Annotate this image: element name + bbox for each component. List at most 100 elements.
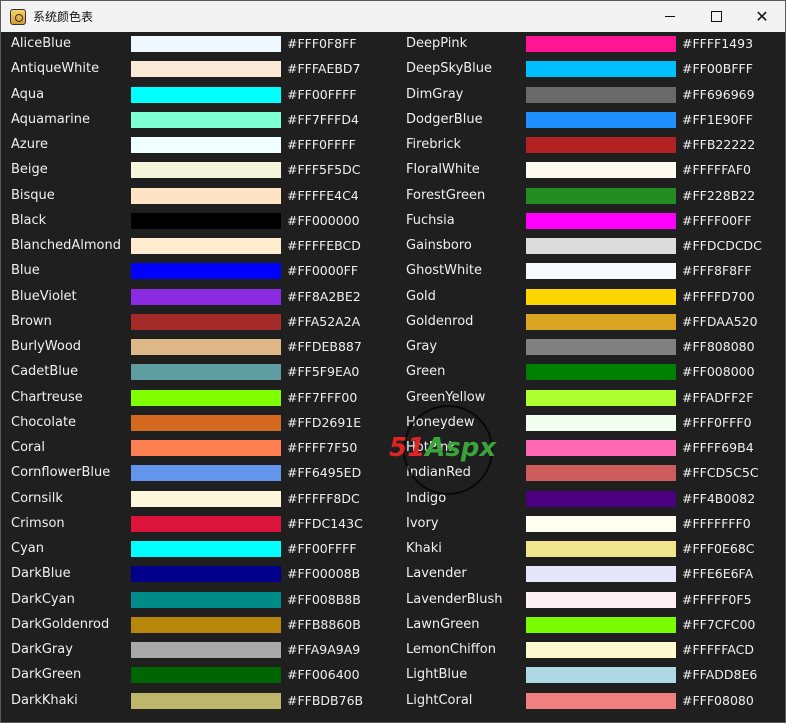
color-hex-value: #FFFF00FF xyxy=(682,212,752,228)
color-hex-value: #FFCD5C5C xyxy=(682,465,759,481)
color-swatch xyxy=(526,515,676,532)
color-swatch xyxy=(131,591,281,608)
color-hex-value: #FFFFEBCD xyxy=(287,238,361,253)
color-name: Brown xyxy=(11,313,52,329)
color-hex-value: #FFFFD700 xyxy=(682,288,755,304)
app-window: 系统颜色表 ✕ AliceBlue #FFF0F8FF AntiqueWhite #F… xyxy=(0,0,786,723)
color-row: BurlyWood #FFDEB887 xyxy=(1,335,391,360)
color-swatch xyxy=(526,490,676,507)
color-swatch xyxy=(526,591,676,608)
color-hex-value: #FF006400 xyxy=(287,667,360,683)
color-swatch xyxy=(131,440,281,456)
color-row: AliceBlue #FFF0F8FF xyxy=(1,32,391,57)
color-swatch xyxy=(131,465,281,482)
color-hex-value: #FFADD8E6 xyxy=(682,667,758,683)
color-swatch xyxy=(526,313,676,330)
color-table: AliceBlue #FFF0F8FF AntiqueWhite #FFFAEBD7 A… xyxy=(1,32,785,722)
title-bar[interactable]: 系统颜色表 ✕ xyxy=(1,1,785,32)
color-row: Cyan #FF00FFFF xyxy=(1,537,391,562)
color-swatch xyxy=(131,541,281,557)
color-swatch xyxy=(131,61,281,78)
color-hex-value: #FFF0FFF0 xyxy=(682,414,752,430)
color-row: DarkKhaki #FFBDB76B xyxy=(1,689,391,714)
color-name: Green xyxy=(406,364,446,380)
color-name: BurlyWood xyxy=(11,339,82,354)
color-name: Cornsilk xyxy=(11,490,63,506)
color-swatch xyxy=(526,414,676,431)
color-row: Fuchsia #FFFF00FF xyxy=(396,209,785,234)
color-swatch xyxy=(526,36,676,52)
color-hex-value: #FFF0FFFF xyxy=(287,137,356,152)
color-name: IndianRed xyxy=(406,465,471,481)
right-color-column: DeepPink #FFFF1493 DeepSkyBlue #FF00BFFF Dim… xyxy=(396,32,785,714)
color-row: Coral #FFFF7F50 xyxy=(1,436,391,461)
color-name: Azure xyxy=(11,137,49,152)
color-swatch xyxy=(131,36,281,52)
color-name: Cyan xyxy=(11,541,44,556)
color-row: LawnGreen #FF7CFC00 xyxy=(396,613,785,638)
color-name: Ivory xyxy=(406,515,439,531)
color-swatch xyxy=(131,667,281,684)
color-hex-value: #FFFFF8DC xyxy=(287,490,360,506)
color-swatch xyxy=(131,263,281,280)
color-row: Indigo #FF4B0082 xyxy=(396,487,785,512)
color-swatch xyxy=(131,86,281,103)
color-row: BlueViolet #FF8A2BE2 xyxy=(1,285,391,310)
color-name: Chartreuse xyxy=(11,389,83,405)
color-row: DeepPink #FFFF1493 xyxy=(396,32,785,57)
color-row: Azure #FFF0FFFF xyxy=(1,133,391,158)
color-hex-value: #FFF0F8FF xyxy=(287,36,357,51)
color-hex-value: #FFF0E68C xyxy=(682,541,755,556)
color-name: Gray xyxy=(406,339,438,354)
color-row: Beige #FFF5F5DC xyxy=(1,158,391,183)
color-swatch xyxy=(526,642,676,658)
color-swatch xyxy=(526,238,676,254)
color-hex-value: #FF808080 xyxy=(682,339,755,354)
color-name: Crimson xyxy=(11,515,65,531)
color-hex-value: #FF8A2BE2 xyxy=(287,288,361,304)
color-row: Firebrick #FFB22222 xyxy=(396,133,785,158)
color-row: Ivory #FFFFFFF0 xyxy=(396,512,785,537)
color-swatch xyxy=(526,137,676,153)
color-name: FloralWhite xyxy=(406,162,480,178)
color-name: BlueViolet xyxy=(11,288,77,304)
color-swatch xyxy=(131,111,281,128)
color-row: Bisque #FFFFE4C4 xyxy=(1,184,391,209)
color-row: LightCoral #FFF08080 xyxy=(396,689,785,714)
color-swatch xyxy=(526,212,676,229)
color-swatch xyxy=(526,692,676,709)
color-swatch xyxy=(131,566,281,583)
color-hex-value: #FFF08080 xyxy=(682,692,754,708)
color-swatch xyxy=(131,414,281,431)
color-hex-value: #FFB8860B xyxy=(287,616,361,632)
color-name: LightCoral xyxy=(406,692,473,708)
color-hex-value: #FF4B0082 xyxy=(682,490,756,506)
color-name: LightBlue xyxy=(406,667,468,683)
color-name: Beige xyxy=(11,162,48,178)
color-hex-value: #FFB22222 xyxy=(682,137,756,152)
color-name: Chocolate xyxy=(11,414,77,430)
color-swatch xyxy=(526,440,676,456)
color-hex-value: #FFDAA520 xyxy=(682,313,758,329)
color-swatch xyxy=(131,187,281,204)
color-name: Goldenrod xyxy=(406,313,474,329)
color-name: Firebrick xyxy=(406,137,462,152)
color-name: Aqua xyxy=(11,86,45,102)
maximize-button[interactable] xyxy=(693,1,739,32)
color-swatch xyxy=(526,263,676,280)
color-name: HotPink xyxy=(406,440,456,455)
color-name: CadetBlue xyxy=(11,364,79,380)
close-button[interactable]: ✕ xyxy=(739,1,785,32)
color-hex-value: #FFE6E6FA xyxy=(682,566,754,582)
color-row: Black #FF000000 xyxy=(1,209,391,234)
color-name: Honeydew xyxy=(406,414,475,430)
color-hex-value: #FFA52A2A xyxy=(287,313,361,329)
minimize-button[interactable] xyxy=(647,1,693,32)
color-swatch xyxy=(131,642,281,658)
color-hex-value: #FF228B22 xyxy=(682,187,756,203)
color-hex-value: #FF00BFFF xyxy=(682,61,753,77)
color-row: DarkGoldenrod #FFB8860B xyxy=(1,613,391,638)
color-row: Aqua #FF00FFFF xyxy=(1,83,391,108)
color-swatch xyxy=(131,137,281,153)
color-swatch xyxy=(131,364,281,381)
